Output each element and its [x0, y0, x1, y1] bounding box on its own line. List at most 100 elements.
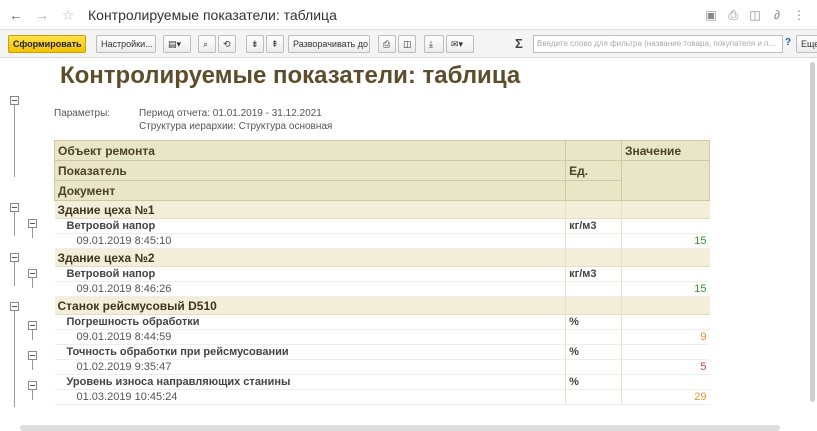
collapse-icon[interactable] [10, 302, 19, 311]
group-row[interactable]: Станок рейсмусовый D510 [54, 296, 710, 315]
header-object: Объект ремонта [53, 140, 567, 161]
tree-line [32, 390, 33, 400]
back-arrow-icon[interactable]: ← [6, 6, 26, 24]
generate-button[interactable]: Сформировать [8, 35, 86, 53]
indicator-value-cell [621, 344, 710, 360]
group-row[interactable]: Здание цеха №2 [54, 248, 710, 267]
collapse-icon[interactable] [28, 321, 37, 330]
document-unit-cell [565, 329, 622, 345]
search-icon[interactable]: ⌕ [198, 35, 216, 53]
horizontal-scrollbar[interactable] [20, 425, 780, 431]
period-text: Период отчета: 01.01.2019 - 31.12.2021 [139, 108, 322, 119]
document-date: 01.03.2019 10:45:24 [54, 389, 566, 405]
print-icon[interactable]: ⎙ [725, 7, 741, 23]
collapse-icon[interactable] [28, 381, 37, 390]
tree-line [32, 278, 33, 288]
expand-to-dropdown[interactable]: Разворачивать до ▾ [288, 35, 370, 53]
help-icon[interactable]: ? [785, 37, 791, 48]
preview-icon[interactable]: ◫ [747, 7, 763, 23]
star-icon[interactable]: ☆ [58, 6, 78, 24]
group-unit-cell [565, 296, 622, 315]
header-document: Документ [53, 180, 567, 201]
hierarchy-text: Структура иерархии: Структура основная [139, 121, 333, 132]
print-button-icon[interactable]: ⎙ [378, 35, 396, 53]
tree-line [14, 262, 15, 286]
more-button[interactable]: Еще [796, 35, 817, 53]
download-icon[interactable]: ⤓ [424, 35, 444, 53]
collapse-icon[interactable] [28, 351, 37, 360]
preview-button-icon[interactable]: ◫ [398, 35, 416, 53]
group-name: Здание цеха №1 [54, 200, 566, 219]
group-row[interactable]: Здание цеха №1 [54, 200, 710, 219]
group-unit-cell [565, 200, 622, 219]
collapse-icon[interactable] [28, 269, 37, 278]
document-row[interactable]: 09.01.2019 8:46:26 15 [54, 281, 710, 297]
collapse-icon[interactable] [28, 219, 37, 228]
report-table: Объект ремонта Значение Показатель Ед. Д… [53, 140, 710, 405]
tree-line [14, 311, 15, 407]
settings-button[interactable]: Настройки... [96, 35, 156, 53]
document-unit-cell [565, 389, 622, 405]
tree-line [14, 212, 15, 236]
group-name: Станок рейсмусовый D510 [54, 296, 566, 315]
indicator-row[interactable]: Ветровой напор кг/м3 [54, 266, 710, 282]
indicator-unit: кг/м3 [565, 218, 622, 234]
header-indicator: Показатель [53, 160, 567, 181]
indicator-row[interactable]: Точность обработки при рейсмусовании % [54, 344, 710, 360]
header-row: Документ [53, 180, 710, 201]
indicator-row[interactable]: Уровень износа направляющих станины % [54, 374, 710, 390]
document-row[interactable]: 01.03.2019 10:45:24 29 [54, 389, 710, 405]
group-value-cell [621, 248, 710, 267]
document-date: 01.02.2019 9:35:47 [54, 359, 566, 375]
indicator-name: Точность обработки при рейсмусовании [54, 344, 566, 360]
window-title: Контролируемые показатели: таблица [88, 7, 337, 23]
document-date: 09.01.2019 8:46:26 [54, 281, 566, 297]
command-toolbar: Сформировать Настройки... ▤▾ ⌕ ⟲ ⇟ ⇞ Раз… [0, 30, 817, 58]
indicator-name: Ветровой напор [54, 266, 566, 282]
email-dropdown-icon[interactable]: ✉▾ [446, 35, 474, 53]
indicator-value-cell [621, 266, 710, 282]
indicator-name: Ветровой напор [54, 218, 566, 234]
vertical-scrollbar[interactable] [810, 62, 815, 402]
document-value: 29 [621, 389, 710, 405]
tree-line [32, 330, 33, 340]
collapse-icon[interactable] [10, 96, 19, 105]
document-row[interactable]: 09.01.2019 8:44:59 9 [54, 329, 710, 345]
indicator-value-cell [621, 374, 710, 390]
tree-line [32, 228, 33, 238]
document-row[interactable]: 09.01.2019 8:45:10 15 [54, 233, 710, 249]
group-value-cell [621, 296, 710, 315]
indicator-row[interactable]: Ветровой напор кг/м3 [54, 218, 710, 234]
indicator-unit: % [565, 314, 622, 330]
document-date: 09.01.2019 8:45:10 [54, 233, 566, 249]
header-empty [565, 140, 623, 161]
document-unit-cell [565, 233, 622, 249]
indicator-unit: кг/м3 [565, 266, 622, 282]
indicator-row[interactable]: Погрешность обработки % [54, 314, 710, 330]
forward-arrow-icon[interactable]: → [32, 6, 52, 24]
save-icon[interactable]: ▣ [703, 7, 719, 23]
header-value-span [621, 160, 710, 201]
menu-dots-icon[interactable]: ⋮ [791, 7, 807, 23]
header-value: Значение [621, 140, 710, 161]
header-empty [565, 180, 623, 201]
group-value-cell [621, 200, 710, 219]
filter-search-input[interactable]: Введите слово для фильтра (название това… [533, 35, 783, 53]
sum-icon[interactable]: Σ [515, 36, 523, 51]
indicator-value-cell [621, 218, 710, 234]
collapse-icon[interactable] [10, 253, 19, 262]
header-row: Объект ремонта Значение [53, 140, 710, 161]
link-icon[interactable]: ∂ [769, 7, 785, 23]
report-title: Контролируемые показатели: таблица [60, 62, 521, 89]
document-value: 15 [621, 281, 710, 297]
document-row[interactable]: 01.02.2019 9:35:47 5 [54, 359, 710, 375]
variant-dropdown-icon[interactable]: ▤▾ [163, 35, 191, 53]
collapse-all-icon[interactable]: ⇟ [246, 35, 264, 53]
collapse-icon[interactable] [10, 203, 19, 212]
indicator-name: Погрешность обработки [54, 314, 566, 330]
indicator-unit: % [565, 374, 622, 390]
indicator-unit: % [565, 344, 622, 360]
search-next-icon[interactable]: ⟲ [218, 35, 236, 53]
expand-to-label: Разворачивать до [293, 39, 369, 49]
expand-all-icon[interactable]: ⇞ [266, 35, 284, 53]
